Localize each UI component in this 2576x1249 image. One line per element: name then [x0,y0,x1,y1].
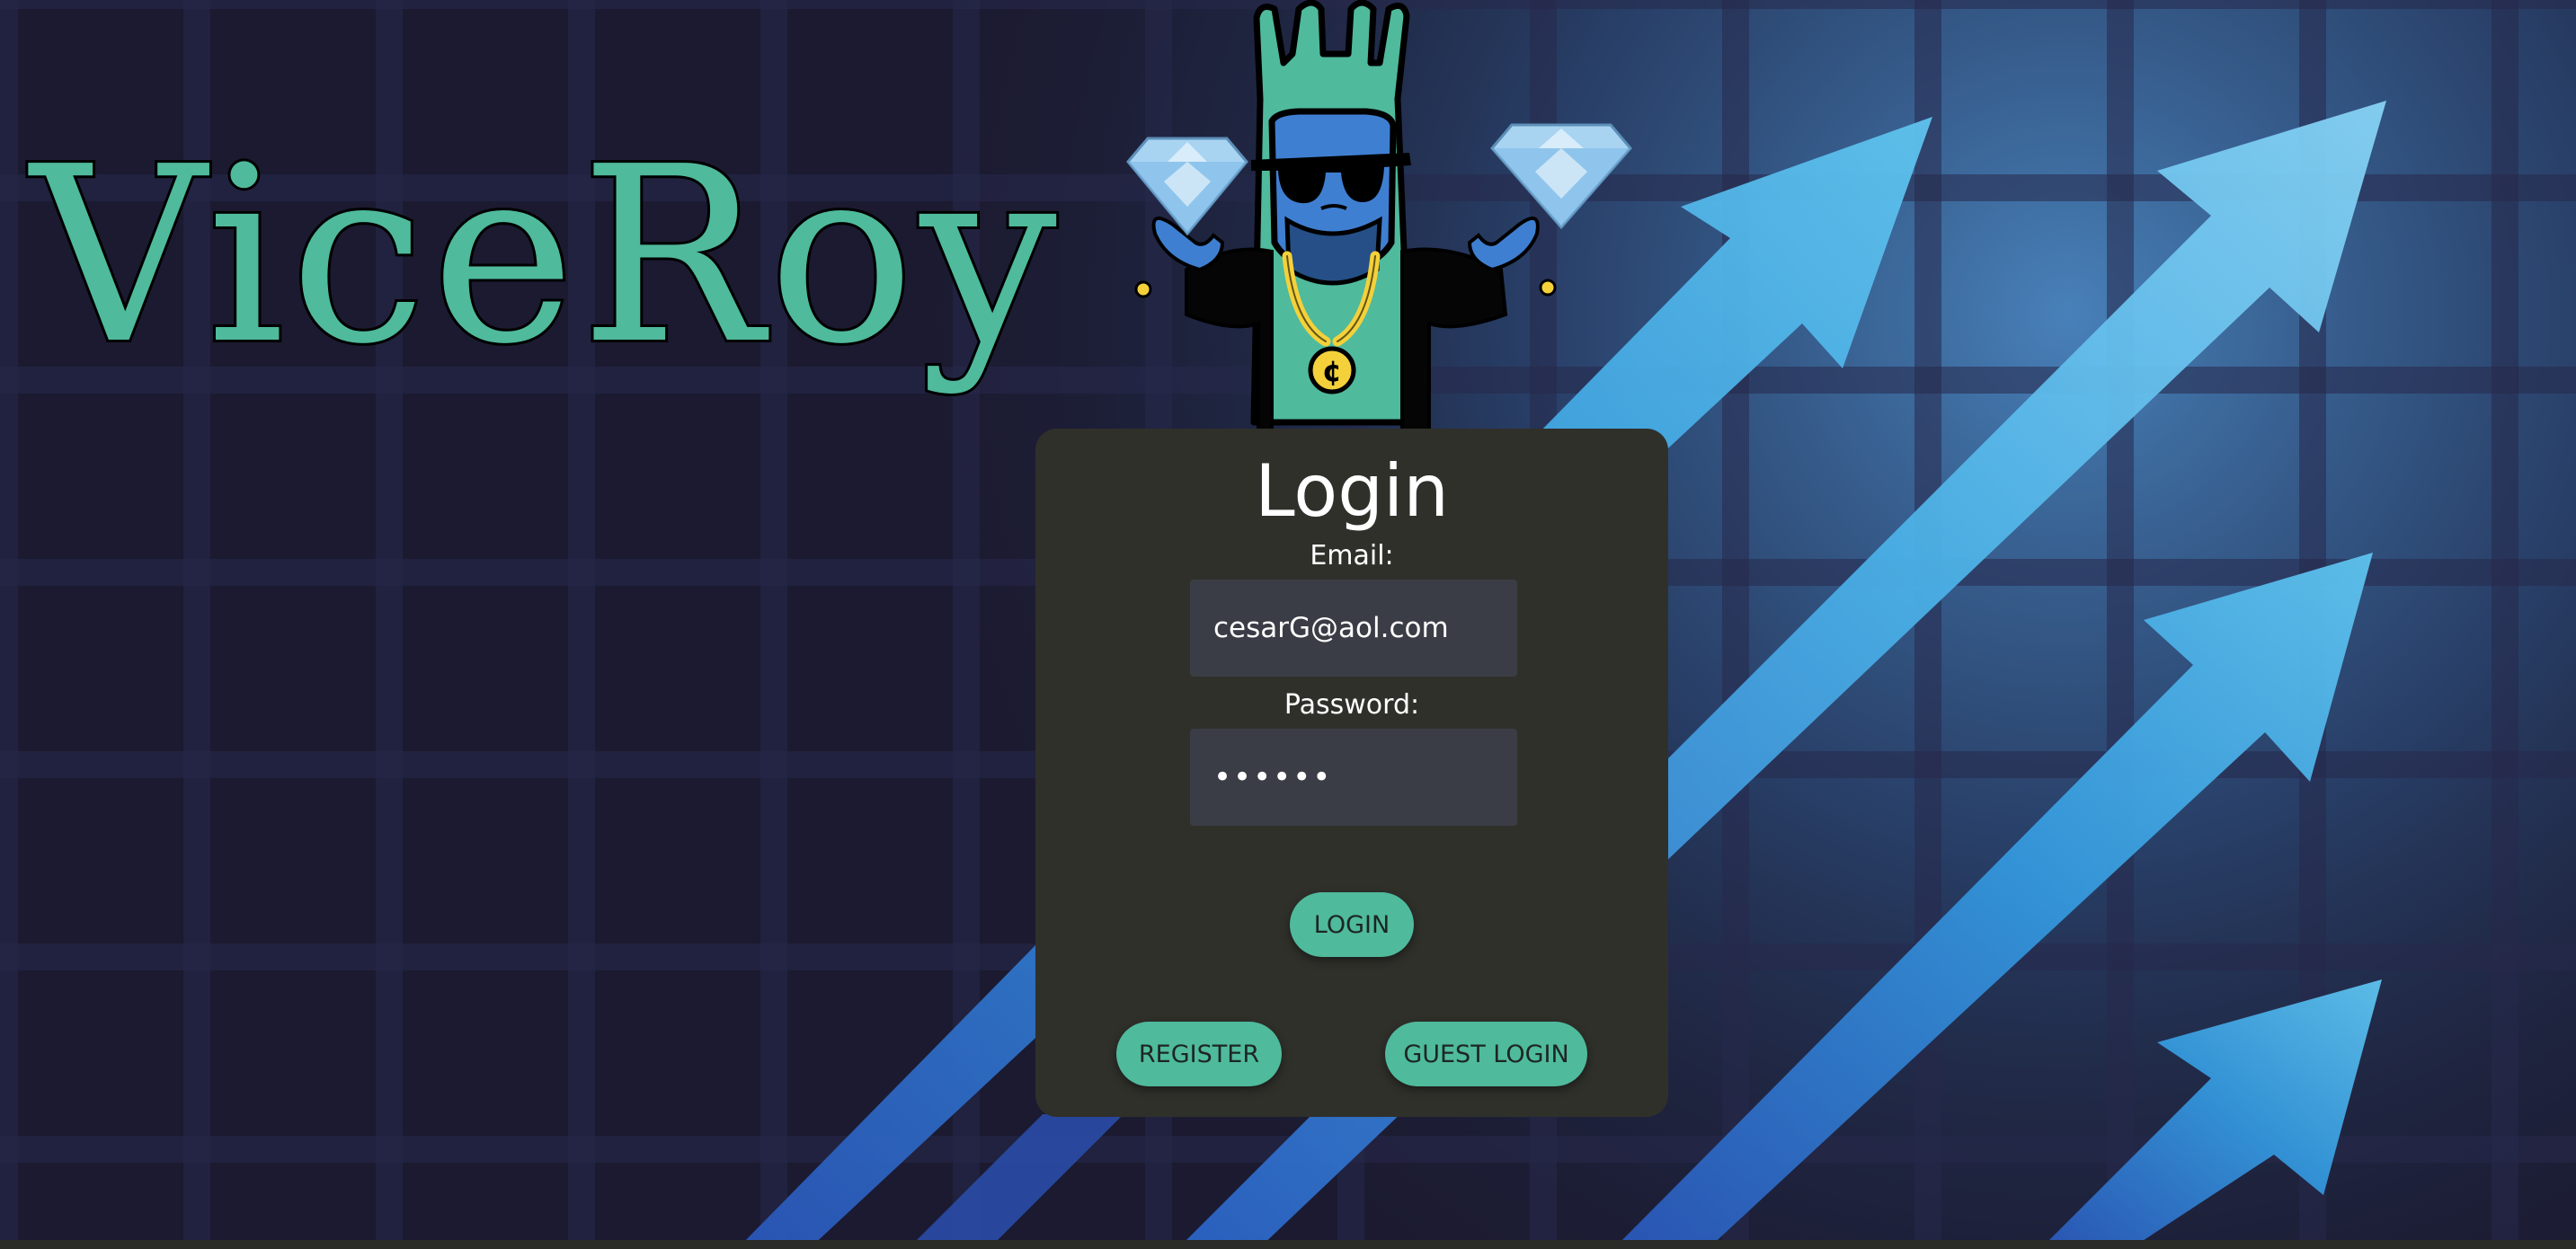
password-input[interactable] [1190,729,1517,826]
login-title: Login [1255,449,1449,533]
login-button[interactable]: LOGIN [1290,892,1414,957]
coin-symbol: ¢ [1322,354,1342,388]
login-form-card: Login Email: Password: LOGIN REGISTER GU… [1035,429,1668,1117]
diamond-icon [1490,123,1632,230]
login-page: ViceRoy ¢ Login Email: cesarG@aol.com Pa… [0,0,2576,1249]
password-label: Password: [1284,689,1420,721]
brand-logo-text: ViceRoy [28,114,1062,397]
bottom-bar [0,1240,2576,1249]
email-input[interactable] [1190,580,1517,677]
diamond-icon [1126,137,1248,236]
email-label: Email: [1310,540,1394,571]
viceroy-mascot-icon: ¢ [1126,0,1632,431]
guest-login-button[interactable]: GUEST LOGIN [1385,1022,1587,1086]
register-button[interactable]: REGISTER [1116,1022,1282,1086]
